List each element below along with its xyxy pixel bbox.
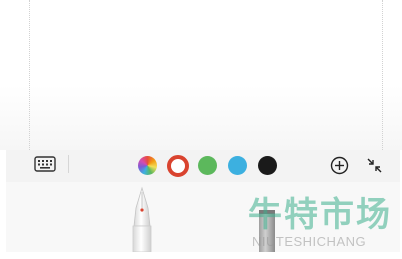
toolbar-divider	[68, 155, 69, 173]
keyboard-icon[interactable]	[34, 155, 56, 173]
color-swatch-multicolor[interactable]	[138, 156, 157, 175]
collapse-arrows-icon[interactable]	[365, 156, 384, 175]
plus-circle-icon[interactable]	[330, 156, 349, 175]
drawing-screen: 牛特市场 NIUTESHICHANG	[0, 0, 402, 259]
pen-tray	[6, 182, 400, 252]
color-swatch-red-selected[interactable]	[167, 155, 189, 177]
pen-toolbar	[6, 150, 400, 182]
canvas-guide-left	[29, 0, 30, 150]
color-swatch-blue[interactable]	[228, 156, 247, 175]
fountain-pen-icon[interactable]	[128, 186, 156, 252]
color-swatch-black[interactable]	[258, 156, 277, 175]
color-swatch-green[interactable]	[198, 156, 217, 175]
drawing-canvas[interactable]	[0, 0, 402, 150]
canvas-guide-right	[382, 0, 383, 150]
marker-icon[interactable]	[256, 210, 278, 252]
